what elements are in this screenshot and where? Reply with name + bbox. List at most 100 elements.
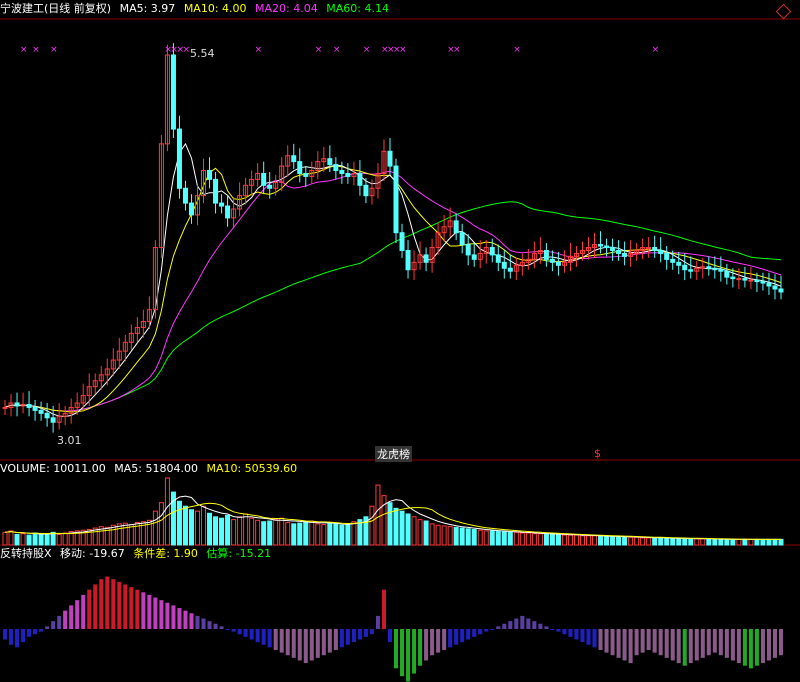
volume-bar bbox=[471, 528, 477, 546]
volume-bar bbox=[393, 507, 399, 546]
indicator-bar bbox=[478, 629, 483, 635]
indicator-bar bbox=[327, 629, 332, 653]
candle-body bbox=[670, 258, 676, 263]
volume-bar bbox=[718, 538, 724, 546]
candle-body bbox=[676, 261, 682, 266]
volume-bar bbox=[261, 521, 267, 546]
volume-bar bbox=[748, 538, 754, 546]
indicator-bar bbox=[135, 589, 140, 629]
volume-bar bbox=[736, 538, 742, 546]
indicator-bar bbox=[285, 629, 290, 656]
indicator-bar bbox=[562, 629, 567, 635]
candle-body bbox=[730, 276, 736, 280]
candle-body bbox=[38, 409, 44, 414]
candle-body bbox=[453, 220, 459, 234]
candle-body bbox=[754, 279, 760, 283]
indicator-bar bbox=[153, 597, 158, 629]
ma20-label: MA20: 4.04 bbox=[255, 2, 318, 15]
volume-bar bbox=[255, 519, 261, 546]
indicator-bar bbox=[460, 629, 465, 643]
indicator-bar bbox=[394, 629, 399, 669]
volume-bar bbox=[417, 519, 423, 546]
volume-bar bbox=[243, 513, 249, 546]
volume-bar bbox=[706, 538, 712, 546]
indicator-bar bbox=[147, 594, 152, 629]
indicator-bar bbox=[261, 629, 266, 645]
indicator-bar bbox=[652, 629, 657, 653]
candle-body bbox=[646, 247, 652, 250]
indicator-header: 反转持股X 移动: -19.67 条件差: 1.90 估算: -15.21 bbox=[0, 546, 276, 562]
volume-bar bbox=[585, 535, 592, 546]
volume-bar bbox=[435, 524, 441, 546]
indicator-bar bbox=[718, 629, 723, 656]
volume-bar bbox=[579, 535, 585, 546]
candle-body bbox=[658, 249, 664, 254]
volume-bar bbox=[573, 534, 579, 546]
signal-marker: × bbox=[32, 45, 40, 55]
volume-bar bbox=[700, 538, 706, 546]
volume-bar bbox=[646, 537, 652, 546]
indicator-bar bbox=[57, 615, 62, 629]
indicator-cond: 条件差: 1.90 bbox=[133, 547, 198, 560]
volume-bar bbox=[56, 533, 62, 546]
volume-bar bbox=[164, 477, 170, 546]
volume-bar bbox=[399, 510, 405, 546]
volume-bar bbox=[712, 538, 718, 546]
indicator-bar bbox=[532, 621, 537, 629]
indicator-bar bbox=[664, 629, 669, 658]
volume-bar bbox=[327, 522, 333, 546]
volume-bar bbox=[122, 522, 128, 546]
candle-body bbox=[399, 232, 405, 251]
indicator-bar bbox=[748, 629, 753, 669]
indicator-bar bbox=[21, 629, 26, 643]
candle-body bbox=[718, 269, 724, 272]
volume-bar bbox=[567, 534, 573, 546]
volume-bar bbox=[225, 514, 231, 546]
candle-body bbox=[543, 249, 549, 260]
volume-bar bbox=[447, 526, 453, 546]
signal-marker: × bbox=[652, 45, 660, 55]
indicator-bar bbox=[676, 629, 681, 664]
indicator-bar bbox=[237, 629, 242, 635]
volume-bar bbox=[592, 535, 598, 546]
candle-body bbox=[345, 172, 351, 177]
volume-bar bbox=[453, 526, 459, 546]
candle-body bbox=[742, 278, 748, 281]
indicator-bar bbox=[45, 626, 50, 629]
candle-body bbox=[712, 267, 718, 271]
indicator-bar bbox=[357, 629, 362, 640]
volume-bar bbox=[519, 532, 525, 546]
candle-body bbox=[32, 406, 38, 411]
volume-bar bbox=[676, 538, 682, 546]
volume-bar bbox=[152, 510, 158, 546]
low-label: 3.01 bbox=[57, 434, 82, 447]
volume-bar bbox=[158, 502, 164, 546]
indicator-bar bbox=[712, 629, 717, 653]
ma5-line bbox=[4, 142, 782, 418]
volume-bar bbox=[658, 537, 664, 546]
volume-bar bbox=[351, 521, 357, 546]
candle-body bbox=[225, 205, 231, 219]
candle-body bbox=[778, 288, 784, 293]
volume-bar bbox=[128, 524, 134, 546]
candle-body bbox=[261, 172, 267, 186]
volume-bar bbox=[543, 533, 549, 546]
candle-body bbox=[604, 245, 610, 249]
indicator-bar bbox=[279, 629, 284, 653]
volume-bar bbox=[489, 530, 495, 546]
indicator-bar bbox=[159, 600, 164, 629]
indicator-bar bbox=[105, 576, 110, 629]
volume-bar bbox=[279, 517, 285, 546]
candle-body bbox=[652, 247, 658, 251]
indicator-bar bbox=[69, 605, 74, 629]
candle-body bbox=[706, 266, 712, 269]
dragon-tiger-list-badge[interactable]: 龙虎榜 bbox=[375, 446, 412, 462]
indicator-bar bbox=[730, 629, 735, 661]
candle-body bbox=[44, 412, 50, 419]
volume-bar bbox=[622, 536, 628, 546]
volume-bar bbox=[694, 538, 700, 546]
candle-body bbox=[393, 165, 399, 234]
ma10-line bbox=[4, 165, 782, 413]
volume-bar bbox=[441, 525, 447, 546]
volume-bar bbox=[495, 531, 501, 546]
